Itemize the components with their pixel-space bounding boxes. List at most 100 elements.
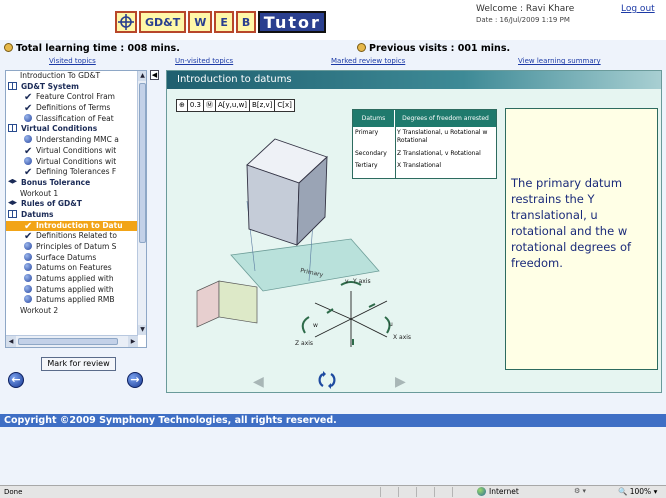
topic-tree: Introduction To GD&T GD&T System ✔ Feature … — [6, 71, 138, 335]
topic-links: Visited topics Un-visited topics Marked … — [0, 57, 666, 67]
zoom-icon: 🔍 — [618, 487, 628, 496]
visited-topics-link[interactable]: Visited topics — [49, 57, 96, 65]
datum-plane-sketch-left — [196, 280, 220, 328]
dot-icon — [24, 135, 32, 144]
tree-item[interactable]: ✔ Definitions of Terms — [6, 103, 138, 114]
previous-page-icon[interactable]: ◀ — [253, 374, 264, 390]
scroll-left-icon[interactable]: ◀ — [6, 336, 16, 347]
security-zone: Internet — [477, 487, 519, 496]
z-axis-line — [314, 302, 352, 320]
browser-status-bar: Done Internet ⚙ ▾ 🔍 100% ▾ — [0, 485, 666, 498]
logo-tutor: Tutor — [258, 11, 327, 33]
next-page-icon[interactable]: ▶ — [395, 374, 406, 390]
u-label: u — [389, 321, 393, 328]
dot-icon — [24, 252, 32, 261]
fcf-position-icon: ⊕ — [177, 100, 188, 111]
tree-item-label: Classification of Feat — [36, 113, 114, 123]
protected-mode-icon[interactable]: ⚙ ▾ — [574, 487, 586, 495]
w-rotation-arrow — [301, 316, 310, 334]
tree-section[interactable]: Rules of GD&T — [6, 199, 138, 210]
tree-item-label: Definitions Related to — [36, 231, 118, 241]
zone-label: Internet — [489, 487, 519, 496]
position-symbol-icon — [115, 11, 137, 33]
tree-section[interactable]: Datums — [6, 209, 138, 221]
fcf-mmc-icon: Ⓜ — [204, 100, 217, 111]
x-axis-line — [350, 318, 388, 338]
check-icon: ✔ — [24, 145, 33, 157]
tree-item[interactable]: Classification of Feat — [6, 113, 138, 125]
zoom-value: 100% — [629, 487, 652, 496]
logout-link[interactable]: Log out — [621, 4, 655, 14]
previous-topic-icon[interactable]: ← — [8, 372, 24, 388]
fcf-datum-c: C[x] — [277, 101, 292, 109]
tree-item[interactable]: Workout 1 — [6, 189, 138, 200]
next-topic-icon[interactable]: → — [127, 372, 143, 388]
fcf-datum-b: B[z,v] — [250, 100, 276, 111]
check-icon: ✔ — [24, 167, 33, 178]
v-label: v — [345, 278, 349, 285]
zoom-control[interactable]: 🔍 100% ▾ — [618, 487, 657, 496]
tree-section[interactable]: GD&T System — [6, 81, 138, 93]
book-icon — [8, 209, 17, 218]
feature-control-frame: ⊕ 0.3 Ⓜ A[y,u,w] B[z,v] C[x] — [176, 99, 295, 112]
vertical-scrollbar[interactable]: ▲ ▼ — [137, 71, 146, 335]
date-text: Date : 16/Jul/2009 1:19 PM — [476, 16, 570, 24]
tree-item-label: GD&T System — [21, 81, 79, 91]
total-time: Total learning time : 008 mins. — [4, 43, 180, 54]
tree-item[interactable]: Introduction To GD&T — [6, 71, 138, 82]
scroll-thumb[interactable] — [18, 338, 118, 345]
tree-item[interactable]: Surface Datums — [6, 252, 138, 264]
tree-item[interactable]: Datums applied with — [6, 284, 138, 296]
view-learning-summary-link[interactable]: View learning summary — [518, 57, 601, 65]
tree-item[interactable]: Understanding MMC a — [6, 135, 138, 146]
gdt-web-tutor-logo: GD&T W E B Tutor — [115, 11, 327, 33]
check-icon: ✔ — [24, 103, 33, 114]
tree-item[interactable]: Workout 2 — [6, 306, 138, 317]
check-icon: ✔ — [24, 220, 33, 232]
marked-review-topics-link[interactable]: Marked review topics — [331, 57, 405, 65]
dot-icon — [24, 263, 32, 272]
previous-visits: Previous visits : 001 mins. — [357, 43, 510, 54]
tree-item[interactable]: ✔ Feature Control Fram — [6, 92, 138, 103]
explanation-text: The primary datum restrains the Y transl… — [511, 176, 632, 270]
scroll-up-icon[interactable]: ▲ — [138, 71, 146, 81]
tree-item-label: Introduction To GD&T — [20, 71, 101, 80]
collapse-sidebar-icon[interactable]: ◀ — [150, 70, 159, 80]
scroll-thumb[interactable] — [139, 83, 146, 243]
tree-item[interactable]: Virtual Conditions wit — [6, 156, 138, 168]
tree-item-label: Datums applied with — [36, 274, 114, 284]
tree-item-label: Bonus Tolerance — [21, 177, 91, 187]
tree-item[interactable]: Principles of Datum S — [6, 242, 138, 253]
welcome-block: Welcome : Ravi Khare Date : 16/Jul/2009 … — [476, 4, 574, 26]
tree-item[interactable]: Datums on Features — [6, 263, 138, 274]
unvisited-topics-link[interactable]: Un-visited topics — [175, 57, 233, 65]
tree-item[interactable]: ✔ Introduction to Datu — [6, 220, 138, 232]
tree-item[interactable]: Datums applied with — [6, 274, 138, 285]
tree-item[interactable]: Datums applied RMB — [6, 295, 138, 306]
scroll-down-icon[interactable]: ▼ — [138, 325, 146, 335]
fcf-datum-a: A[y,u,w] — [216, 100, 251, 111]
scroll-right-icon[interactable]: ▶ — [128, 336, 138, 347]
dot-icon — [24, 284, 32, 293]
axis-diagonal-line — [350, 300, 388, 320]
welcome-text: Welcome : Ravi Khare — [476, 4, 575, 14]
tree-item-label: Virtual Conditions wit — [36, 145, 117, 155]
book-icon — [8, 81, 17, 90]
tree-item-label: Datums — [21, 209, 54, 219]
horizontal-scrollbar[interactable]: ◀ ▶ — [6, 335, 138, 347]
stats-bar: Total learning time : 008 mins. Previous… — [0, 41, 666, 56]
explanation-box: The primary datum restrains the Y transl… — [505, 108, 658, 370]
tree-section[interactable]: Virtual Conditions — [6, 124, 138, 135]
tree-item[interactable]: ✔ Virtual Conditions wit — [6, 146, 138, 157]
tree-section[interactable]: Bonus Tolerance — [6, 178, 138, 189]
dot-icon — [24, 274, 32, 283]
tree-item[interactable]: ✔ Defining Tolerances F — [6, 167, 138, 178]
tree-item[interactable]: ✔ Definitions Related to — [6, 231, 138, 242]
mark-for-review-button[interactable]: Mark for review — [41, 357, 116, 371]
content-title: Introduction to datums — [167, 71, 661, 89]
topic-tree-panel: Introduction To GD&T GD&T System ✔ Feature … — [5, 70, 147, 348]
y-axis-label: Y axis — [352, 278, 371, 285]
globe-icon — [477, 487, 486, 496]
tree-item-label: Datums applied RMB — [36, 295, 115, 305]
replay-icon[interactable] — [317, 371, 337, 389]
